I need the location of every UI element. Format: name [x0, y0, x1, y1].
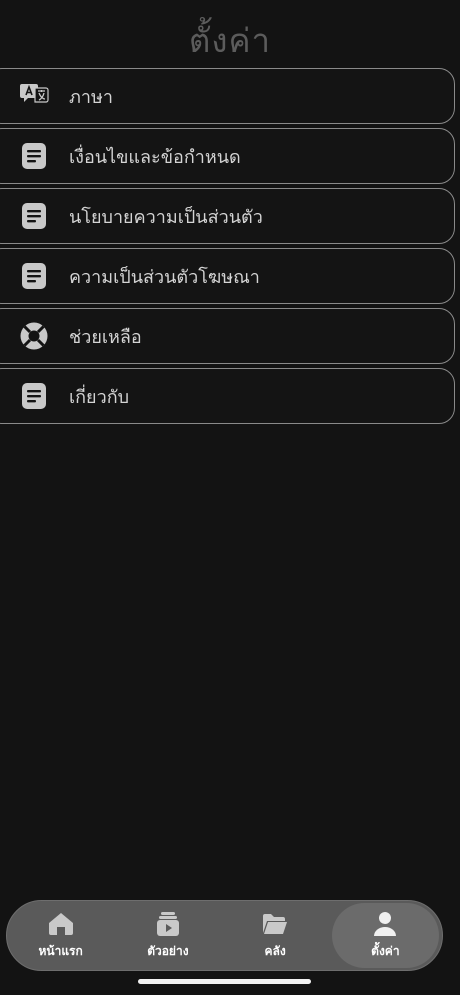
tab-settings[interactable]: ตั้งค่า [331, 903, 439, 968]
document-icon [19, 381, 49, 411]
menu-label-about: เกี่ยวกับ [69, 386, 130, 408]
menu-item-about[interactable]: เกี่ยวกับ [0, 368, 455, 424]
document-icon [19, 261, 49, 291]
menu-item-privacy-policy[interactable]: นโยบายความเป็นส่วนตัว [0, 188, 455, 244]
tab-library[interactable]: คลัง [222, 901, 329, 970]
menu-item-ad-privacy[interactable]: ความเป็นส่วนตัวโฆษณา [0, 248, 455, 304]
tab-label-home: หน้าแรก [38, 943, 83, 958]
menu-label-terms: เงื่อนไขและข้อกำหนด [69, 146, 241, 168]
lifebuoy-icon [19, 321, 49, 351]
bottom-tab-bar: หน้าแรก ตัวอย่าง คลัง ตั้งค่า [6, 900, 443, 971]
video-stack-icon [155, 911, 181, 937]
tab-label-examples: ตัวอย่าง [147, 943, 189, 958]
tab-label-library: คลัง [264, 943, 286, 958]
folder-icon [262, 911, 288, 937]
settings-menu: ภาษา เงื่อนไขและข้อกำหนด นโยบายความเป็นส… [0, 68, 455, 428]
translate-icon [19, 81, 49, 111]
menu-item-help[interactable]: ช่วยเหลือ [0, 308, 455, 364]
home-icon [48, 911, 74, 937]
menu-item-language[interactable]: ภาษา [0, 68, 455, 124]
home-indicator [138, 979, 311, 984]
menu-item-terms[interactable]: เงื่อนไขและข้อกำหนด [0, 128, 455, 184]
menu-label-help: ช่วยเหลือ [69, 326, 142, 348]
menu-label-ad-privacy: ความเป็นส่วนตัวโฆษณา [69, 266, 260, 288]
menu-label-privacy-policy: นโยบายความเป็นส่วนตัว [69, 206, 263, 228]
person-icon [372, 911, 398, 937]
tab-label-settings: ตั้งค่า [371, 943, 400, 958]
tab-home[interactable]: หน้าแรก [7, 901, 114, 970]
page-title: ตั้งค่า [188, 21, 272, 60]
document-icon [19, 201, 49, 231]
tab-examples[interactable]: ตัวอย่าง [114, 901, 221, 970]
document-icon [19, 141, 49, 171]
menu-label-language: ภาษา [69, 86, 113, 108]
